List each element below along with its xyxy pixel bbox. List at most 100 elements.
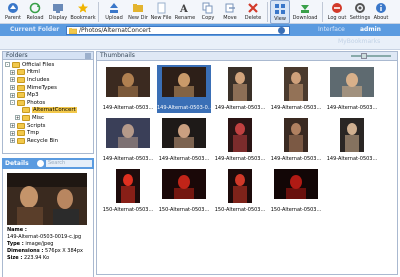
- zoom-slider[interactable]: [351, 53, 391, 59]
- toolbar-button-label: Move: [223, 15, 237, 21]
- tree-item[interactable]: + Includes: [5, 76, 91, 84]
- tree-item[interactable]: + MimeTypes: [5, 84, 91, 92]
- thumbnail-image: [340, 118, 364, 152]
- thumbnail-item[interactable]: 149-Alternat-0503...: [325, 65, 379, 113]
- settings-icon: [355, 3, 365, 13]
- details-title: Details: [5, 160, 29, 167]
- expand-icon[interactable]: +: [10, 123, 15, 129]
- thumbnail-item[interactable]: 149-Alternat-0503...: [325, 116, 379, 164]
- upload-button[interactable]: Upload: [101, 0, 127, 24]
- new-dir-button[interactable]: New Dir: [127, 0, 149, 24]
- toolbar-button-label: Settings: [349, 15, 371, 21]
- toolbar-button-label: Reload: [26, 15, 44, 21]
- file-meta: Name : 149-Alternat-0503-0019-c.jpg Type…: [7, 227, 83, 262]
- rename-icon: A: [179, 4, 188, 14]
- toolbar-button-label: Parent: [4, 15, 21, 21]
- view-button[interactable]: View: [270, 0, 290, 24]
- rename-button[interactable]: A Rename: [173, 0, 197, 24]
- toolbar-button-label: View: [274, 16, 286, 22]
- display-button[interactable]: Display: [46, 0, 70, 24]
- download-icon: [301, 5, 309, 13]
- my-bookmarks-label[interactable]: MyBookmarks: [338, 38, 380, 45]
- tree-item[interactable]: - Official Files: [5, 61, 91, 69]
- go-button[interactable]: [278, 27, 285, 34]
- tree-item[interactable]: + Mp3: [5, 91, 91, 99]
- expand-icon[interactable]: +: [10, 130, 15, 136]
- thumbnail-item[interactable]: 149-Alternat-0503...: [269, 116, 323, 164]
- thumbnail-item[interactable]: 149-Alternat-0503...: [101, 116, 155, 164]
- new-file-button[interactable]: New File: [149, 0, 173, 24]
- tree-item[interactable]: AlternatConcert: [5, 107, 91, 115]
- expand-icon[interactable]: +: [10, 138, 15, 144]
- tree-item-label: Tmp: [27, 130, 39, 137]
- expand-icon[interactable]: +: [10, 85, 15, 91]
- name-label: Name :: [7, 227, 27, 233]
- file-dimensions: 576px X 384px: [45, 248, 83, 254]
- reload-button[interactable]: Reload: [24, 0, 46, 24]
- folder-icon: [17, 84, 25, 91]
- tree-item[interactable]: + Recycle Bin: [5, 137, 91, 145]
- thumbnail-caption: 149-Alternat-0503...: [102, 156, 154, 162]
- user-name[interactable]: admin: [360, 26, 381, 33]
- path-input[interactable]: /Photos/AlternatConcert: [66, 26, 290, 35]
- thumbnail-caption: 150-Alternat-0503...: [158, 207, 210, 213]
- search-input[interactable]: Search: [46, 160, 92, 167]
- bookmark-button[interactable]: Bookmark: [70, 0, 96, 24]
- download-button[interactable]: Download: [290, 0, 320, 24]
- settings-button[interactable]: Settings: [349, 0, 371, 24]
- tree-item[interactable]: + Html: [5, 69, 91, 77]
- thumbnail-image: [162, 169, 206, 199]
- tree-item-label: Photos: [27, 99, 46, 106]
- expand-icon[interactable]: +: [15, 115, 20, 121]
- parent-arrow-icon: [8, 3, 18, 13]
- thumbnail-caption: 150-Alternat-0503...: [102, 207, 154, 213]
- reload-icon: [29, 2, 41, 14]
- toolbar-button-label: New File: [150, 15, 172, 21]
- thumbnail-caption: 149-Alternat-0503...: [214, 105, 266, 111]
- toolbar-separator: [98, 2, 99, 22]
- thumbnail-item[interactable]: 149-Alternat-0503...: [213, 116, 267, 164]
- folders-header: Folders: [2, 51, 94, 60]
- tree-item[interactable]: + Scripts: [5, 122, 91, 130]
- thumbnail-image: [274, 169, 318, 199]
- expand-icon[interactable]: +: [10, 77, 15, 83]
- tree-item-label: Official Files: [22, 61, 55, 68]
- toolbar-button-label: Download: [292, 15, 318, 21]
- parent-button[interactable]: Parent: [2, 0, 24, 24]
- toolbar-button-label: New Dir: [128, 15, 148, 21]
- thumbnail-item[interactable]: 149-Alternat-0503...: [213, 65, 267, 113]
- thumbnails-header: Thumbnails: [97, 52, 397, 61]
- thumbnail-caption: 149-Alternat-0503...: [102, 105, 154, 111]
- collapse-icon[interactable]: -: [5, 62, 10, 68]
- tree-item[interactable]: + Tmp: [5, 129, 91, 137]
- about-button[interactable]: About: [371, 0, 391, 24]
- svg-text:A: A: [179, 4, 188, 14]
- expand-icon[interactable]: +: [10, 92, 15, 98]
- thumbnail-image: [162, 118, 206, 148]
- thumbnail-item[interactable]: 150-Alternat-0503...: [101, 167, 155, 215]
- thumbnail-item[interactable]: 149-Alternat-0503...: [101, 65, 155, 113]
- move-button[interactable]: Move: [219, 0, 241, 24]
- toolbar-button-label: Delete: [244, 15, 262, 21]
- thumbnail-item[interactable]: 149-Alternat-0503...: [157, 116, 211, 164]
- tree-item[interactable]: - Photos: [5, 99, 91, 107]
- delete-button[interactable]: Delete: [241, 0, 265, 24]
- thumbnail-caption: 149-Alternat-0503...: [270, 105, 322, 111]
- thumbnail-item[interactable]: 149-Alternat-0503...: [269, 65, 323, 113]
- thumbnail-image: [228, 169, 252, 203]
- thumbnail-item[interactable]: 150-Alternat-0503...: [157, 167, 211, 215]
- collapse-icon[interactable]: -: [10, 100, 15, 106]
- details-toggle-icon[interactable]: [36, 160, 44, 167]
- collapse-icon[interactable]: [85, 53, 91, 59]
- copy-button[interactable]: Copy: [197, 0, 219, 24]
- thumbnail-item[interactable]: 150-Alternat-0503...: [269, 167, 323, 215]
- thumbnail-item[interactable]: 150-Alternat-0503...: [213, 167, 267, 215]
- thumbnail-caption: 149-Alternat-0503...: [326, 156, 378, 162]
- thumbnail-item[interactable]: 149-Alternat-0503-0...: [157, 65, 211, 113]
- folder-icon: [12, 61, 20, 68]
- slider-handle[interactable]: [361, 53, 367, 59]
- log-out-button[interactable]: Log out: [325, 0, 349, 24]
- tree-item[interactable]: + Misc: [5, 114, 91, 122]
- size-label: Size :: [7, 255, 23, 261]
- expand-icon[interactable]: +: [10, 69, 15, 75]
